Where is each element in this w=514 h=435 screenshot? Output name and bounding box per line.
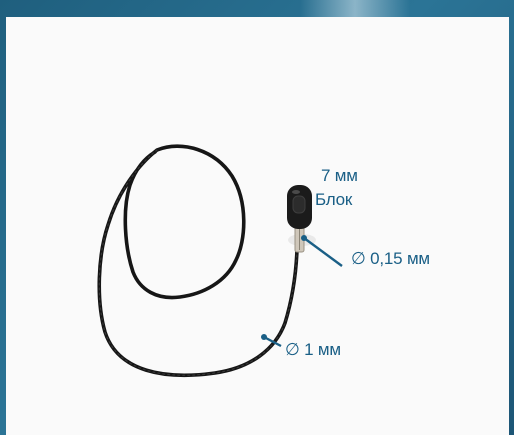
frame-highlight [300,0,410,18]
capsule-highlight [292,190,300,194]
thin-wire-leader-dot [301,235,307,241]
thin-wire-diameter-label: ∅ 0,15 мм [351,249,430,268]
thick-cable-diameter-label: ∅ 1 мм [285,340,341,359]
earpiece-cable-image [97,144,343,377]
capsule-name-label: Блок [315,190,353,209]
product-photo [6,17,509,435]
thick-cable-leader-dot [261,334,267,340]
capsule-grille [292,195,306,214]
capsule-size-label: 7 мм [321,166,358,185]
thin-wire-leader-line [303,237,343,267]
